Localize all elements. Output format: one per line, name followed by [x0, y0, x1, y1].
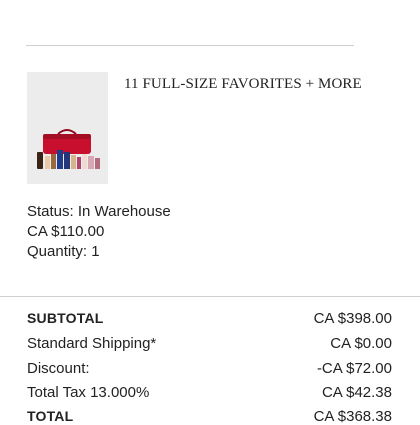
product-title[interactable]: 11 FULL-SIZE FAVORITES + MORE — [124, 76, 362, 93]
shipping-row: Standard Shipping* CA $0.00 — [27, 335, 392, 352]
tax-row: Total Tax 13.000% CA $42.38 — [27, 384, 392, 401]
product-quantity: Quantity: 1 — [27, 243, 100, 260]
top-divider — [26, 45, 354, 46]
tax-value: CA $42.38 — [321, 384, 392, 401]
tax-label: Total Tax 13.000% — [27, 384, 150, 401]
summary-divider — [0, 296, 420, 297]
total-label: TOTAL — [27, 408, 74, 424]
product-thumbnail[interactable] — [27, 72, 108, 184]
discount-row: Discount: -CA $72.00 — [27, 360, 392, 377]
total-row: TOTAL CA $368.38 — [27, 408, 392, 425]
shipping-value: CA $0.00 — [330, 335, 392, 352]
product-status: Status: In Warehouse — [27, 203, 171, 220]
subtotal-row: SUBTOTAL CA $398.00 — [27, 310, 392, 327]
subtotal-label: SUBTOTAL — [27, 310, 104, 326]
product-price: CA $110.00 — [27, 223, 105, 240]
discount-label: Discount: — [27, 360, 90, 377]
subtotal-value: CA $398.00 — [313, 310, 392, 327]
total-value: CA $368.38 — [313, 408, 392, 425]
product-image — [37, 129, 100, 169]
discount-value: -CA $72.00 — [316, 360, 392, 377]
shipping-label: Standard Shipping* — [27, 335, 157, 352]
